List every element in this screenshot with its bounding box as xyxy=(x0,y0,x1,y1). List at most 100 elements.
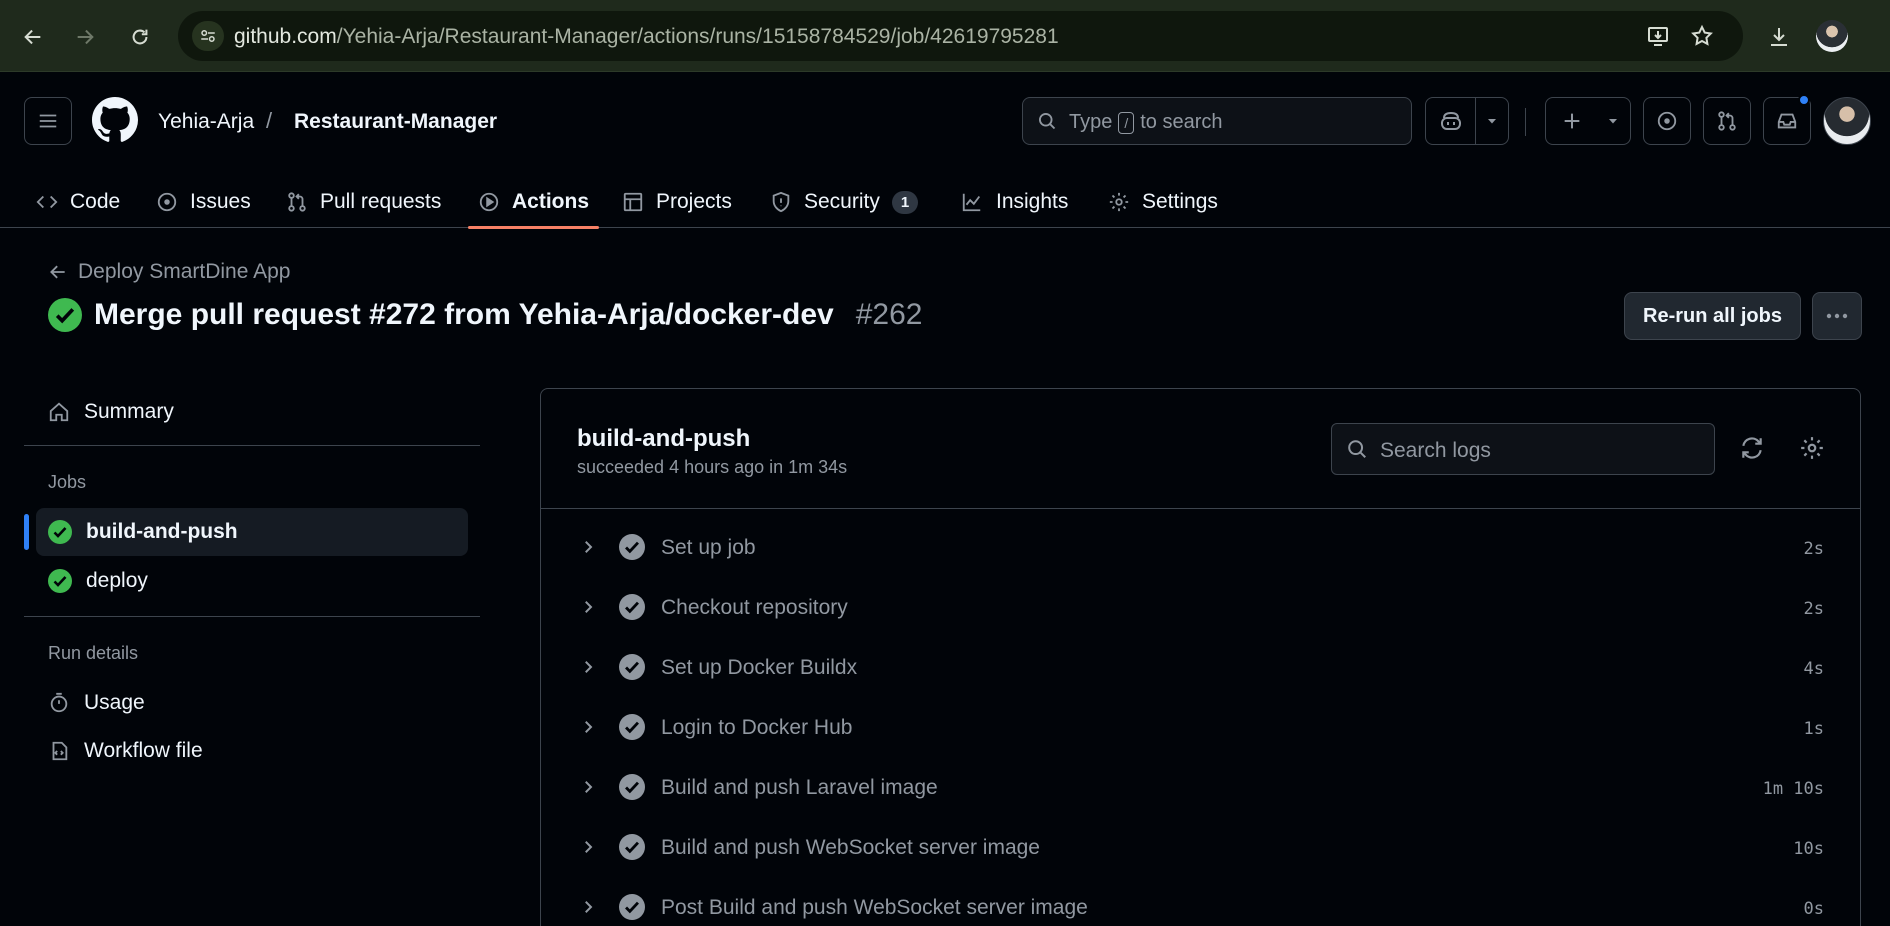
step-name: Post Build and push WebSocket server ima… xyxy=(661,896,1088,919)
downloads-icon[interactable] xyxy=(1760,18,1798,56)
sidebar-job-build-and-push[interactable]: build-and-push xyxy=(24,508,468,556)
run-title-text: Merge pull request #272 from Yehia-Arja/… xyxy=(94,298,834,331)
sidebar-item-workflow-file[interactable]: Workflow file xyxy=(36,727,468,775)
address-bar[interactable]: github.com/Yehia-Arja/Restaurant-Manager… xyxy=(178,11,1743,61)
reload-icon[interactable] xyxy=(121,18,159,56)
step-row[interactable]: Post Build and push WebSocket server ima… xyxy=(541,878,1860,926)
step-duration: 1m 10s xyxy=(1762,779,1824,799)
play-icon xyxy=(478,191,500,213)
search-placeholder-prefix: Type xyxy=(1069,111,1113,133)
shield-icon xyxy=(770,191,792,213)
step-name: Set up job xyxy=(661,536,756,559)
step-duration: 2s xyxy=(1803,599,1824,619)
table-icon xyxy=(622,191,644,213)
plus-icon[interactable] xyxy=(1546,98,1598,144)
job-log-panel: build-and-push succeeded 4 hours ago in … xyxy=(540,388,1861,926)
tab-actions[interactable]: Actions xyxy=(468,176,600,229)
step-row[interactable]: Set up job 2s xyxy=(541,518,1860,578)
tab-label: Security xyxy=(804,190,880,213)
step-row[interactable]: Login to Docker Hub 1s xyxy=(541,698,1860,758)
tab-label: Pull requests xyxy=(320,190,442,213)
github-logo-icon[interactable] xyxy=(92,97,138,143)
home-icon xyxy=(48,401,70,423)
chevron-right-icon[interactable] xyxy=(579,658,597,676)
breadcrumb-repo[interactable]: Restaurant-Manager xyxy=(294,110,497,134)
sidebar-item-label: build-and-push xyxy=(86,520,238,543)
search-logs-input[interactable]: Search logs xyxy=(1331,423,1715,475)
step-row[interactable]: Build and push WebSocket server image 10… xyxy=(541,818,1860,878)
step-duration: 10s xyxy=(1793,839,1824,859)
pull-request-icon xyxy=(286,191,308,213)
gear-icon xyxy=(1108,191,1130,213)
site-settings-icon[interactable] xyxy=(192,21,224,51)
tab-code[interactable]: Code xyxy=(26,176,130,228)
step-row[interactable]: Set up Docker Buildx 4s xyxy=(541,638,1860,698)
workflow-back-link[interactable]: Deploy SmartDine App xyxy=(48,260,290,284)
step-row[interactable]: Checkout repository 2s xyxy=(541,578,1860,638)
tab-label: Projects xyxy=(656,190,732,213)
chevron-right-icon[interactable] xyxy=(579,778,597,796)
job-title: build-and-push xyxy=(577,425,751,452)
step-check-icon xyxy=(619,534,645,560)
security-alert-count: 1 xyxy=(891,190,919,214)
jobs-heading: Jobs xyxy=(48,472,87,492)
step-duration: 1s xyxy=(1803,719,1824,739)
search-placeholder-suffix: to search xyxy=(1140,111,1223,133)
tab-pull-requests[interactable]: Pull requests xyxy=(276,176,451,228)
user-avatar[interactable] xyxy=(1823,97,1871,145)
sidebar-divider xyxy=(24,616,480,617)
chevron-down-icon[interactable] xyxy=(1598,98,1628,144)
browser-profile-avatar[interactable] xyxy=(1816,20,1848,52)
notification-dot xyxy=(1798,94,1810,106)
run-number: #262 xyxy=(855,298,923,331)
sidebar-job-deploy[interactable]: deploy xyxy=(36,557,468,605)
step-row[interactable]: Build and push Laravel image 1m 10s xyxy=(541,758,1860,818)
menu-icon[interactable] xyxy=(24,97,72,145)
chevron-right-icon[interactable] xyxy=(579,718,597,736)
issue-icon xyxy=(156,191,178,213)
run-title: Merge pull request #272 from Yehia-Arja/… xyxy=(48,298,922,332)
breadcrumb-owner[interactable]: Yehia-Arja xyxy=(158,110,254,134)
chevron-down-icon[interactable] xyxy=(1476,98,1508,144)
kebab-menu-icon[interactable] xyxy=(1812,292,1862,340)
step-name: Checkout repository xyxy=(661,596,848,619)
install-app-icon[interactable] xyxy=(1646,24,1670,48)
chevron-right-icon[interactable] xyxy=(579,538,597,556)
success-check-icon xyxy=(48,520,72,544)
refresh-icon[interactable] xyxy=(1739,435,1765,461)
chevron-right-icon[interactable] xyxy=(579,898,597,916)
tab-projects[interactable]: Projects xyxy=(612,176,742,228)
bookmark-star-icon[interactable] xyxy=(1690,24,1714,48)
graph-icon xyxy=(960,191,984,213)
sidebar-item-usage[interactable]: Usage xyxy=(36,679,468,727)
tab-settings[interactable]: Settings xyxy=(1098,176,1228,228)
tab-label: Settings xyxy=(1142,190,1218,213)
sidebar-item-label: deploy xyxy=(86,569,148,592)
forward-arrow-icon[interactable] xyxy=(66,18,104,56)
back-arrow-icon[interactable] xyxy=(14,18,52,56)
sidebar-item-label: Usage xyxy=(84,691,145,714)
pull-requests-icon[interactable] xyxy=(1703,97,1751,145)
breadcrumb-separator: / xyxy=(266,108,273,133)
code-icon xyxy=(36,191,58,213)
sidebar-divider xyxy=(24,445,480,446)
tab-label: Issues xyxy=(190,190,251,213)
sidebar-item-summary[interactable]: Summary xyxy=(36,388,468,436)
global-search-input[interactable]: Type / to search xyxy=(1022,97,1412,145)
repo-tabs: Code Issues Pull requests Actions Projec… xyxy=(0,176,1890,229)
chevron-right-icon[interactable] xyxy=(579,598,597,616)
tab-issues[interactable]: Issues xyxy=(146,176,261,228)
copilot-button[interactable] xyxy=(1425,97,1509,145)
issues-icon[interactable] xyxy=(1643,97,1691,145)
browser-toolbar: github.com/Yehia-Arja/Restaurant-Manager… xyxy=(0,0,1890,72)
rerun-all-jobs-button[interactable]: Re-run all jobs xyxy=(1624,292,1801,340)
search-icon xyxy=(1037,111,1057,131)
tab-insights[interactable]: Insights xyxy=(950,176,1078,228)
success-check-icon xyxy=(48,298,82,332)
tab-security[interactable]: Security 1 xyxy=(760,176,928,228)
chevron-right-icon[interactable] xyxy=(579,838,597,856)
copilot-icon[interactable] xyxy=(1426,98,1476,144)
step-check-icon xyxy=(619,774,645,800)
gear-icon[interactable] xyxy=(1799,435,1825,461)
create-new-button[interactable] xyxy=(1545,97,1631,145)
